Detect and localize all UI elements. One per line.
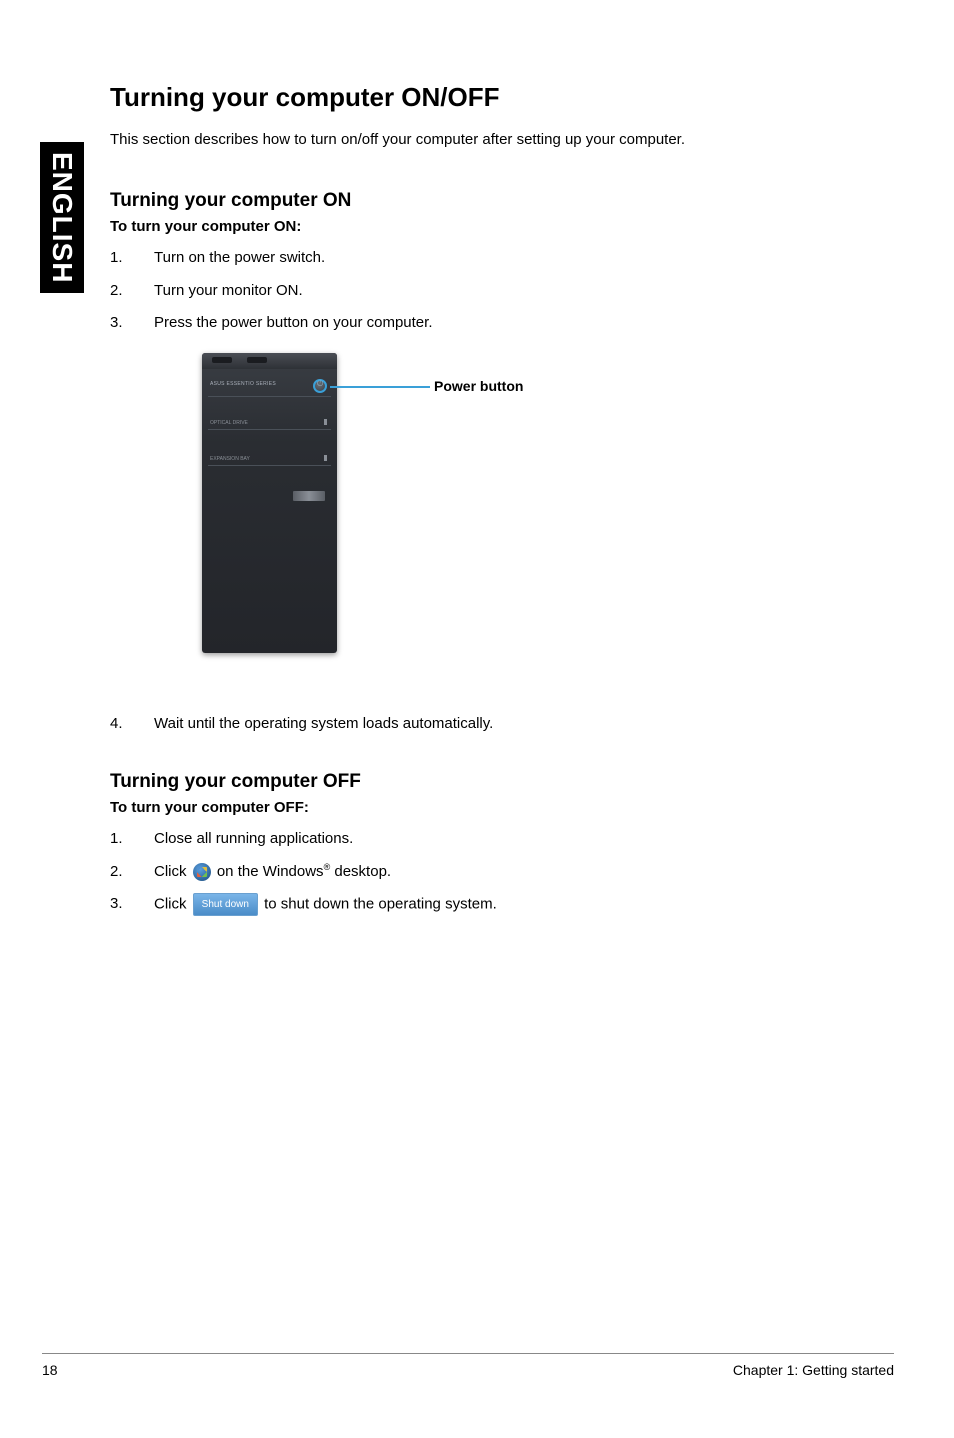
step-number: 4.: [110, 713, 154, 736]
optical-drive-label: OPTICAL DRIVE: [210, 420, 248, 426]
language-tab: ENGLISH: [40, 142, 84, 293]
slot-button-icon: [324, 455, 327, 461]
tower-illustration: ASUS ESSENTIO SERIES OPTICAL DRIVE EXPAN…: [202, 353, 890, 683]
step-text: Close all running applications.: [154, 828, 890, 851]
divider: [208, 396, 331, 397]
step-text: Press the power button on your computer.: [154, 312, 890, 335]
off-step-3: 3. Click Shut down to shut down the oper…: [110, 893, 890, 916]
step-number: 3.: [110, 893, 154, 916]
step-text: Turn your monitor ON.: [154, 280, 890, 303]
page-number: 18: [42, 1362, 58, 1378]
computer-tower: ASUS ESSENTIO SERIES OPTICAL DRIVE EXPAN…: [202, 353, 337, 653]
section-off-heading: Turning your computer OFF: [110, 771, 890, 793]
slot-button-icon: [324, 419, 327, 425]
callout-label: Power button: [434, 378, 523, 394]
page-footer: 18 Chapter 1: Getting started: [42, 1353, 894, 1378]
step-text: Turn on the power switch.: [154, 247, 890, 270]
divider: [208, 429, 331, 430]
text-fragment: desktop.: [330, 863, 391, 880]
step-number: 2.: [110, 280, 154, 303]
on-step-4: 4. Wait until the operating system loads…: [110, 713, 890, 736]
expansion-bay-label: EXPANSION BAY: [210, 456, 250, 462]
step-number: 1.: [110, 828, 154, 851]
asus-logo: [293, 491, 325, 501]
section-off-subhead: To turn your computer OFF:: [110, 799, 890, 816]
text-fragment: Click: [154, 863, 191, 880]
section-on-heading: Turning your computer ON: [110, 190, 890, 212]
off-step-2: 2. Click on the Windows® desktop.: [110, 861, 890, 884]
step-text: Wait until the operating system loads au…: [154, 713, 890, 736]
shutdown-button-icon: Shut down: [193, 893, 258, 916]
step-text: Click on the Windows® desktop.: [154, 861, 890, 884]
start-orb-icon: [193, 863, 211, 881]
tower-top: [202, 353, 337, 369]
off-step-1: 1. Close all running applications.: [110, 828, 890, 851]
callout-line: [330, 386, 430, 388]
power-button-icon: [313, 379, 327, 393]
step-text: Click Shut down to shut down the operati…: [154, 893, 890, 916]
brand-label: ASUS ESSENTIO SERIES: [210, 381, 276, 387]
section-off: Turning your computer OFF To turn your c…: [110, 771, 890, 916]
section-on-subhead: To turn your computer ON:: [110, 218, 890, 235]
divider: [208, 465, 331, 466]
text-fragment: to shut down the operating system.: [260, 895, 497, 912]
on-step-1: 1. Turn on the power switch.: [110, 247, 890, 270]
step-number: 2.: [110, 861, 154, 884]
on-step-3: 3. Press the power button on your comput…: [110, 312, 890, 335]
page-title: Turning your computer ON/OFF: [110, 82, 890, 113]
intro-text: This section describes how to turn on/of…: [110, 131, 890, 148]
step-number: 1.: [110, 247, 154, 270]
text-fragment: Click: [154, 895, 191, 912]
chapter-label: Chapter 1: Getting started: [733, 1362, 894, 1378]
page-content: Turning your computer ON/OFF This sectio…: [110, 82, 890, 926]
step-number: 3.: [110, 312, 154, 335]
text-fragment: on the Windows: [213, 863, 324, 880]
on-step-2: 2. Turn your monitor ON.: [110, 280, 890, 303]
